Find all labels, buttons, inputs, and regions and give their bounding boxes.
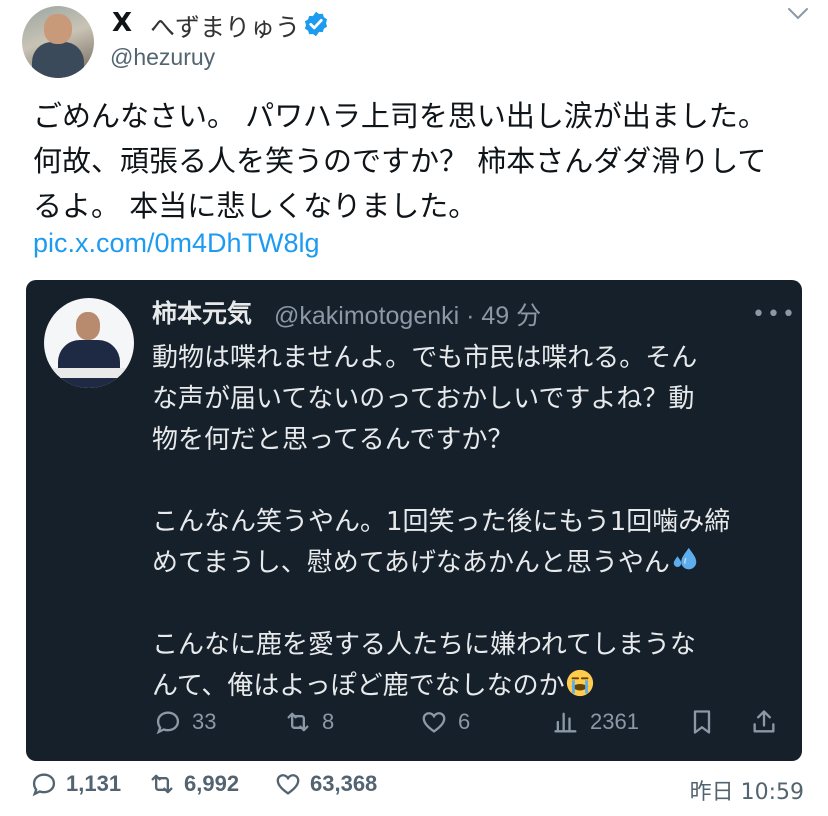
tweet-timestamp[interactable]: 昨日 10:59 [690, 774, 804, 806]
quoted-author-avatar[interactable] [44, 298, 134, 388]
quoted-views-action[interactable]: 2361 [552, 708, 639, 736]
reply-count: 1,131 [66, 771, 122, 796]
sweat-droplets-emoji-icon [673, 547, 697, 570]
reply-count: 33 [192, 709, 217, 734]
verified-badge-icon [304, 11, 328, 37]
quoted-line: こんなん笑うやん。1回笑った後にもう1回噛み締 [152, 507, 731, 537]
quoted-line [152, 461, 792, 502]
quoted-like-action[interactable]: 6 [420, 708, 470, 736]
retweet-count: 6,992 [184, 771, 240, 796]
tweet-footer: 1,131 6,992 63,368 昨日 10:59 [0, 770, 828, 810]
quoted-line: めてまうし、慰めてあげなあかんと思うやん [152, 548, 670, 578]
like-count: 6 [458, 709, 471, 734]
quoted-line: 物を何だと思ってるんですか？ [152, 425, 514, 455]
quoted-tweet-text: 動物は喋れませんよ。でも市民は喋れる。そん な声が届いてないのっておかしいですよ… [152, 338, 792, 707]
author-handle[interactable]: @hezuruy [110, 44, 215, 71]
quoted-bookmark-action[interactable] [688, 708, 726, 736]
quoted-action-bar: 33 8 6 2361 [26, 708, 802, 742]
crying-face-emoji-icon [566, 669, 593, 697]
quoted-line: んて、俺はよっぽど鹿でなしなのか [152, 671, 565, 701]
quoted-share-action[interactable] [750, 708, 788, 736]
like-action[interactable]: 63,368 [274, 770, 377, 798]
bookmark-icon [693, 710, 711, 734]
heart-icon [422, 712, 446, 733]
quoted-line: 動物は喋れませんよ。でも市民は喋れる。そん [152, 343, 698, 373]
quoted-tweet-card[interactable]: 柿本元気 @kakimotogenki · 49 分 ••• 動物は喋れませんよ… [26, 280, 802, 761]
author-avatar[interactable] [22, 6, 94, 78]
quoted-retweet-action[interactable]: 8 [284, 708, 334, 736]
quoted-reply-action[interactable]: 33 [154, 708, 216, 736]
quoted-line [152, 584, 792, 625]
quoted-line-with-emoji: んて、俺はよっぽど鹿でなしなのか [152, 666, 792, 707]
quoted-author-meta[interactable]: @kakimotogenki · 49 分 [274, 296, 541, 332]
media-link[interactable]: pic.x.com/0m4DhTW8lg [33, 228, 320, 259]
like-count: 63,368 [310, 771, 378, 796]
tweet-line: るよ。 本当に悲しくなりました。 [33, 189, 478, 223]
view-count: 2361 [590, 709, 639, 734]
reply-icon [32, 773, 56, 797]
heart-icon [276, 774, 300, 795]
tweet-line: ごめんなさい。 パワハラ上司を思い出し涙が出ました。 [33, 99, 767, 133]
author-display-name[interactable]: へずまりゅう [150, 8, 300, 44]
retweet-count: 8 [322, 709, 335, 734]
quoted-line: な声が届いてないのっておかしいですよね？動 [152, 384, 695, 414]
chevron-down-icon[interactable] [786, 6, 810, 22]
tweet-text: ごめんなさい。 パワハラ上司を思い出し涙が出ました。 何故、頑張る人を笑うのです… [33, 94, 813, 229]
share-icon [753, 710, 775, 733]
retweet-icon [151, 774, 173, 794]
retweet-icon [287, 712, 309, 732]
x-logo-icon: X [112, 8, 133, 38]
retweet-action[interactable]: 6,992 [148, 770, 239, 798]
quoted-author-name[interactable]: 柿本元気 [152, 294, 252, 330]
tweet-line: 何故、頑張る人を笑うのですか？ 柿本さんダダ滑りして [33, 144, 767, 178]
more-options-icon[interactable]: ••• [752, 302, 797, 327]
views-bar-chart-icon [554, 712, 577, 733]
quoted-line-with-emoji: めてまうし、慰めてあげなあかんと思うやん [152, 543, 792, 584]
reply-action[interactable]: 1,131 [30, 770, 121, 798]
quoted-line: こんなに鹿を愛する人たちに嫌われてしまうな [152, 630, 696, 660]
reply-icon [156, 711, 180, 735]
